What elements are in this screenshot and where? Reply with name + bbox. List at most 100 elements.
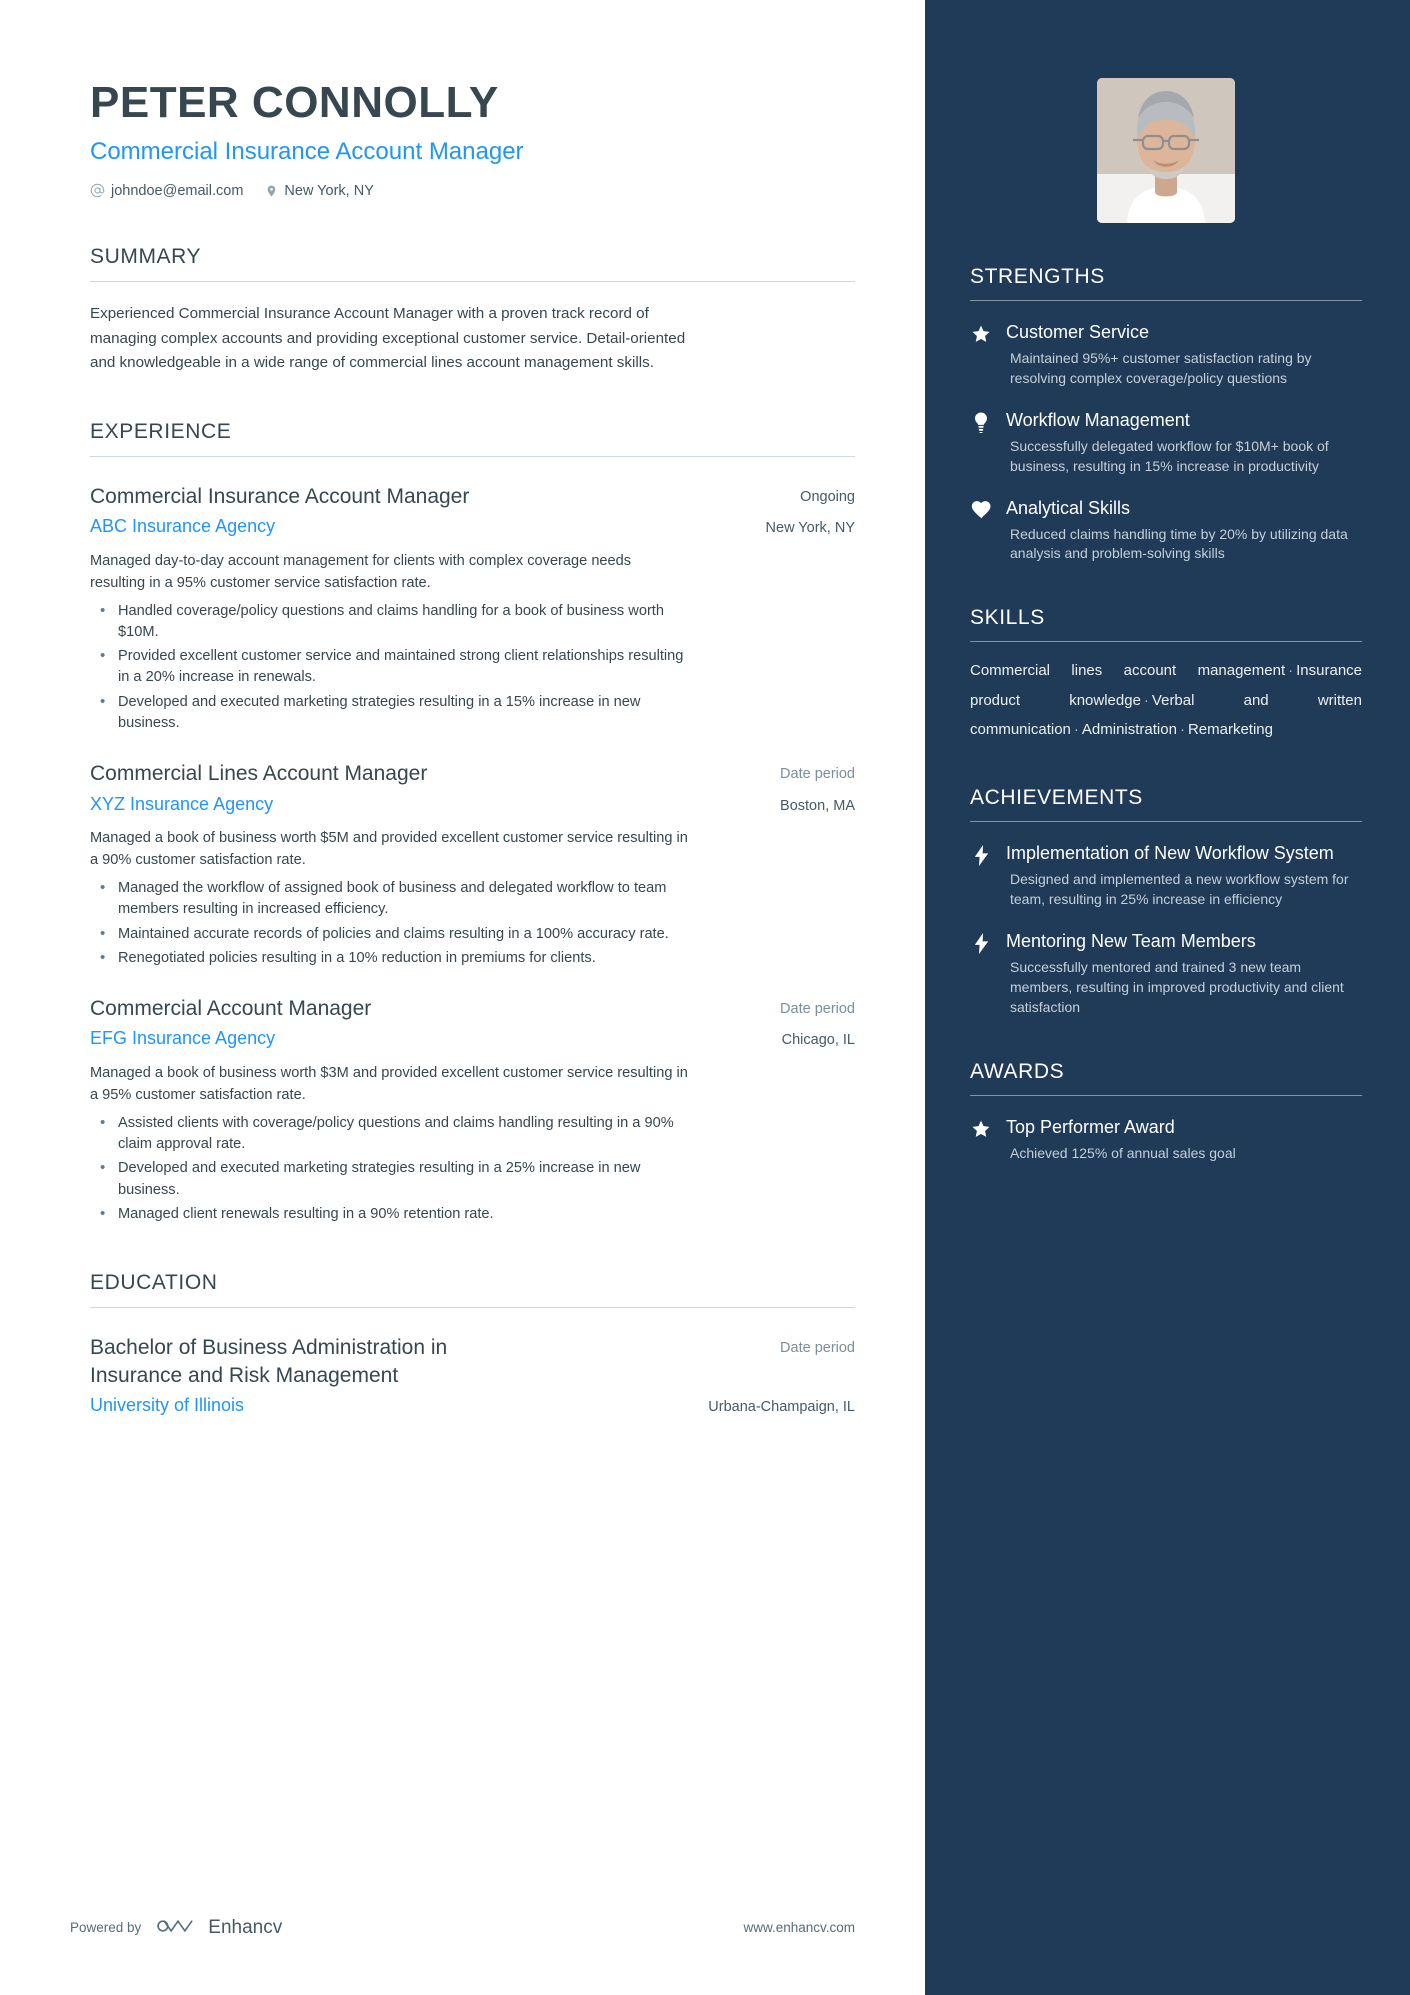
achievement-item: Implementation of New Workflow System De… [970,842,1362,910]
achievements-section-title: ACHIEVEMENTS [970,786,1143,810]
education-entry-head: Bachelor of Business Administration in I… [90,1334,855,1389]
list-item: Managed client renewals resulting in a 9… [90,1203,690,1225]
achievement-description: Designed and implemented a new workflow … [1010,871,1349,907]
heart-icon [970,497,992,519]
resume-header: PETER CONNOLLY Commercial Insurance Acco… [90,78,855,199]
strength-item: Workflow Management Successfully delegat… [970,409,1362,477]
strength-name: Analytical Skills [1006,497,1131,518]
education-section: EDUCATION Bachelor of Business Administr… [90,1271,855,1417]
avatar [1097,78,1235,223]
list-item: Handled coverage/policy questions and cl… [90,600,690,644]
experience-entry-description: Managed a book of business worth $5M and… [90,830,688,869]
education-section-title: EDUCATION [90,1271,218,1295]
footer-website[interactable]: www.enhancv.com [743,1920,855,1935]
education-entry-title: Bachelor of Business Administration in I… [90,1336,448,1387]
experience-entry-head: Commercial Lines Account Manager Date pe… [90,760,855,787]
list-item: Maintained accurate records of policies … [90,923,690,945]
star-icon [970,321,992,344]
experience-entry-description: Managed a book of business worth $3M and… [90,1064,688,1103]
at-icon [90,183,105,198]
list-item: Renegotiated policies resulting in a 10%… [90,947,690,969]
strength-description: Successfully delegated workflow for $10M… [1010,437,1329,474]
award-name: Top Performer Award [1006,1116,1175,1137]
award-item: Top Performer Award Achieved 125% of ann… [970,1116,1362,1164]
experience-entry: Commercial Account Manager Date period E… [90,995,855,1225]
strengths-section: STRENGTHS Customer Service Maintained 95… [970,265,1362,564]
experience-section-title: EXPERIENCE [90,419,232,443]
skill-separator: · [1143,691,1149,709]
experience-entry-title: Commercial Lines Account Manager [90,762,428,786]
experience-divider [90,455,855,457]
achievement-name: Mentoring New Team Members [1006,930,1256,951]
experience-entry-bullets: Managed the workflow of assigned book of… [90,877,855,969]
experience-entry-date: Ongoing [800,488,855,505]
skill-item: Commercial lines account management [970,662,1286,680]
skill-item: Administration [1081,720,1177,738]
profile-photo-wrap [970,78,1362,223]
strength-description: Maintained 95%+ customer satisfaction ra… [1010,350,1312,386]
experience-entry-sub: XYZ Insurance Agency Boston, MA [90,794,855,817]
experience-entry-location: New York, NY [765,520,855,537]
skills-section: SKILLS Commercial lines account manageme… [970,606,1362,744]
resume-main-column: PETER CONNOLLY Commercial Insurance Acco… [0,0,925,1995]
skills-divider [970,641,1362,643]
awards-divider [970,1094,1362,1096]
strength-name: Workflow Management [1006,409,1190,430]
experience-entry-bullets: Handled coverage/policy questions and cl… [90,600,855,735]
star-icon [970,1116,992,1139]
strength-body: Workflow Management Successfully delegat… [1006,409,1362,477]
powered-by-label: Powered by [70,1920,142,1935]
achievement-item: Mentoring New Team Members Successfully … [970,930,1362,1018]
achievement-description: Successfully mentored and trained 3 new … [1010,958,1344,1015]
award-description: Achieved 125% of annual sales goal [1010,1144,1236,1161]
strengths-section-title: STRENGTHS [970,265,1105,288]
education-entry-sub: University of Illinois Urbana-Champaign,… [90,1395,855,1418]
contact-location-text: New York, NY [284,182,374,199]
candidate-job-title: Commercial Insurance Account Manager [90,138,524,166]
skill-item: Remarketing [1187,720,1273,738]
contact-email[interactable]: johndoe@email.com [90,183,243,199]
experience-entry-sub: ABC Insurance Agency New York, NY [90,516,855,539]
achievements-divider [970,821,1362,823]
resume-page: PETER CONNOLLY Commercial Insurance Acco… [0,0,1410,1995]
list-item: Developed and executed marketing strateg… [90,1157,690,1201]
experience-entry-head: Commercial Insurance Account Manager Ong… [90,483,855,510]
resume-sidebar: STRENGTHS Customer Service Maintained 95… [925,0,1410,1995]
experience-entry-title: Commercial Insurance Account Manager [90,484,470,508]
experience-entry-organization[interactable]: EFG Insurance Agency [90,1028,275,1049]
experience-entry-sub: EFG Insurance Agency Chicago, IL [90,1028,855,1051]
summary-text: Experienced Commercial Insurance Account… [90,304,686,372]
experience-entry: Commercial Insurance Account Manager Ong… [90,483,855,734]
footer-brand-group: Powered by Enhancv [70,1915,282,1940]
achievement-body: Mentoring New Team Members Successfully … [1006,930,1362,1018]
page-footer: Powered by Enhancv www.enhancv.com [70,1915,855,1940]
experience-entry-location: Chicago, IL [781,1032,855,1049]
summary-section-title: SUMMARY [90,244,202,268]
experience-section: EXPERIENCE Commercial Insurance Account … [90,420,855,1225]
list-item: Managed the workflow of assigned book of… [90,877,690,921]
experience-entry-organization[interactable]: XYZ Insurance Agency [90,794,273,815]
awards-section: AWARDS Top Performer Award Achieved 125%… [970,1060,1362,1164]
bolt-icon [970,842,992,867]
education-entry-organization[interactable]: University of Illinois [90,1395,244,1416]
contact-location: New York, NY [265,182,374,199]
profile-photo-illustration [1097,78,1235,223]
summary-divider [90,280,855,282]
experience-entry-organization[interactable]: ABC Insurance Agency [90,516,275,537]
skill-separator: · [1179,720,1185,738]
strength-item: Analytical Skills Reduced claims handlin… [970,497,1362,565]
experience-entry-location: Boston, MA [780,797,855,814]
list-item: Assisted clients with coverage/policy qu… [90,1112,690,1156]
list-item: Developed and executed marketing strateg… [90,691,690,735]
achievement-name: Implementation of New Workflow System [1006,843,1334,864]
achievements-section: ACHIEVEMENTS Implementation of New Workf… [970,786,1362,1017]
education-divider [90,1307,855,1309]
skills-section-title: SKILLS [970,606,1045,630]
enhancv-brand[interactable]: Enhancv [157,1915,282,1940]
award-body: Top Performer Award Achieved 125% of ann… [1006,1116,1362,1164]
skills-list: Commercial lines account management · Insu… [970,656,1362,744]
experience-entry-title: Commercial Account Manager [90,997,372,1021]
experience-entry-bullets: Assisted clients with coverage/policy qu… [90,1112,855,1225]
enhancv-logo-icon [157,1915,199,1940]
candidate-name: PETER CONNOLLY [90,78,499,127]
